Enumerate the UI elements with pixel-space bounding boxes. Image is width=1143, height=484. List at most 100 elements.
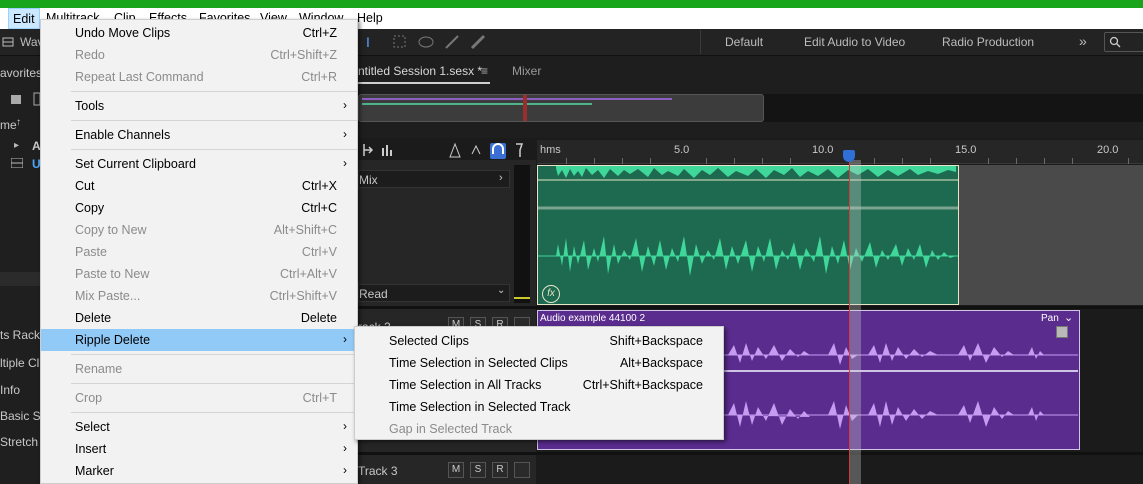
track3-mute-button[interactable]: M [448, 462, 464, 478]
menu-item-label: Paste [75, 245, 107, 259]
ruler-tick [874, 158, 875, 164]
ruler-tick [1072, 158, 1073, 164]
menu-item-shortcut: Delete [300, 311, 337, 325]
menu-item-label: Copy [75, 201, 105, 215]
menu-item-label: Rename [75, 362, 123, 376]
playhead-handle[interactable] [843, 150, 855, 162]
menu-item-shortcut: Ctrl+C [301, 201, 337, 215]
ruler-tick [790, 158, 791, 164]
menu-edit[interactable]: Edit [8, 8, 40, 29]
clip-pan-select[interactable]: Pan [1041, 313, 1059, 324]
track3-solo-button[interactable]: S [470, 462, 486, 478]
menu-item-redo[interactable]: Redo Ctrl+Shift+Z [41, 44, 357, 66]
workspace-radio-production[interactable]: Radio Production [942, 35, 1034, 49]
ruler-tick [650, 158, 651, 164]
menu-item-shortcut: Ctrl+T [302, 391, 337, 405]
menu-item-enable-channels[interactable]: Enable Channels › [41, 124, 357, 146]
menu-item-label: Time Selection in Selected Track [389, 400, 571, 414]
menu-item-insert[interactable]: Insert › [41, 438, 357, 460]
menu-item-copy[interactable]: Copy Ctrl+C [41, 197, 357, 219]
workspace-default[interactable]: Default [725, 35, 763, 49]
menu-item-label: Redo [75, 48, 105, 62]
submenu-item-gap-in-selected-track[interactable]: Gap in Selected Track [355, 418, 723, 440]
menu-item-set-current-clipboard[interactable]: Set Current Clipboard › [41, 153, 357, 175]
chevron-down-icon: ⌄ [497, 285, 506, 296]
menu-help[interactable]: Help [357, 11, 383, 25]
edit-menu: Undo Move Clips Ctrl+Z Redo Ctrl+Shift+Z R… [40, 19, 358, 484]
menu-item-select[interactable]: Select › [41, 416, 357, 438]
submenu-item-time-selection-selected-clips[interactable]: Time Selection in Selected Clips Alt+Back… [355, 352, 723, 374]
track3-record-button[interactable]: R [492, 462, 508, 478]
effects-rack-tab[interactable]: ts Rack [0, 328, 40, 342]
menu-item-ripple-delete[interactable]: Ripple Delete › [41, 329, 357, 351]
snap-tools-icons[interactable] [446, 142, 530, 160]
menu-item-cut[interactable]: Cut Ctrl+X [41, 175, 357, 197]
menu-item-crop[interactable]: Crop Ctrl+T [41, 387, 357, 409]
name-column-header[interactable]: me [0, 118, 17, 132]
menu-item-label: Delete [75, 311, 112, 325]
menu-item-rename[interactable]: Rename [41, 358, 357, 380]
clip-fx-badge[interactable]: fx [542, 285, 560, 303]
menu-item-label: Time Selection in Selected Clips [389, 356, 568, 370]
ruler-label: 15.0 [955, 144, 977, 156]
ruler-label: 20.0 [1097, 144, 1119, 156]
search-input[interactable] [1104, 32, 1143, 52]
submenu-item-selected-clips[interactable]: Selected Clips Shift+Backspace [355, 330, 723, 352]
menu-item-undo[interactable]: Undo Move Clips Ctrl+Z [41, 22, 357, 44]
time-ruler[interactable] [537, 140, 1143, 164]
tab-mixer[interactable]: Mixer [512, 64, 541, 78]
overview-playhead [523, 95, 527, 121]
submenu-arrow-icon: › [343, 463, 347, 477]
ruler-tick [566, 158, 567, 164]
menu-item-delete[interactable]: Delete Delete [41, 307, 357, 329]
menu-item-mix-paste[interactable]: Mix Paste... Ctrl+Shift+V [41, 285, 357, 307]
window-top-strip [0, 0, 1143, 8]
empty-track-area [959, 165, 1143, 305]
track3-name[interactable]: Track 3 [358, 464, 398, 478]
svg-text:I: I [366, 34, 370, 50]
session-file-icon [11, 158, 23, 168]
tab-menu-icon[interactable]: ≡ [481, 64, 488, 78]
favorites-panel-tab[interactable]: avorites [0, 66, 42, 80]
track-header-toolbar-icons[interactable] [360, 142, 400, 160]
track3-monitor-button[interactable] [514, 462, 530, 478]
tool-icons[interactable]: I [364, 33, 494, 51]
menu-item-paste-to-new[interactable]: Paste to New Ctrl+Alt+V [41, 263, 357, 285]
app-window: Edit Multitrack Clip Effects Favorites V… [0, 0, 1143, 484]
workspace-overflow-button[interactable]: » [1079, 33, 1087, 49]
track-divider [358, 306, 1143, 309]
menu-item-marker[interactable]: Marker › [41, 460, 357, 482]
track1-automation-select[interactable]: Read ⌄ [358, 284, 510, 302]
overview-track-line [362, 98, 672, 100]
menu-item-tools[interactable]: Tools › [41, 95, 357, 117]
menu-item-repeat-last-command[interactable]: Repeat Last Command Ctrl+R [41, 66, 357, 88]
menu-item-label: Mix Paste... [75, 289, 141, 303]
submenu-item-time-selection-selected-track[interactable]: Time Selection in Selected Track [355, 396, 723, 418]
time-selection[interactable] [849, 160, 861, 484]
menu-separator [71, 354, 357, 355]
menu-item-label: Select [75, 420, 110, 434]
chevron-down-icon[interactable]: ⌄ [1064, 311, 1073, 324]
menu-item-shortcut: Ctrl+Shift+V [269, 289, 337, 303]
menu-item-label: Enable Channels [75, 128, 171, 142]
stretch-tab[interactable]: Stretch [0, 435, 38, 449]
menu-item-copy-to-new[interactable]: Copy to New Alt+Shift+C [41, 219, 357, 241]
ruler-tick [762, 158, 763, 164]
file-expand-icon[interactable]: ▸ [14, 140, 19, 151]
active-tab-indicator [358, 82, 490, 84]
submenu-arrow-icon: › [343, 127, 347, 141]
menu-separator [71, 383, 357, 384]
menu-item-paste[interactable]: Paste Ctrl+V [41, 241, 357, 263]
submenu-item-time-selection-all-tracks[interactable]: Time Selection in All Tracks Ctrl+Shift+B… [355, 374, 723, 396]
clip-title: Audio example 44100 2 [540, 313, 646, 324]
tab-session[interactable]: ntitled Session 1.sesx * [358, 64, 482, 78]
files-toolbar-icons[interactable] [10, 92, 40, 106]
overview-track-line [362, 103, 592, 105]
waveform-icon[interactable] [2, 36, 14, 48]
info-tab[interactable]: Info [0, 383, 20, 397]
menu-item-shortcut: Alt+Backspace [619, 356, 703, 370]
multiple-clips-tab[interactable]: ltiple Cl [0, 356, 39, 370]
menu-item-label: Cut [75, 179, 95, 193]
workspace-edit-audio-to-video[interactable]: Edit Audio to Video [804, 35, 905, 49]
track1-output-select[interactable]: Mix › [358, 170, 510, 188]
